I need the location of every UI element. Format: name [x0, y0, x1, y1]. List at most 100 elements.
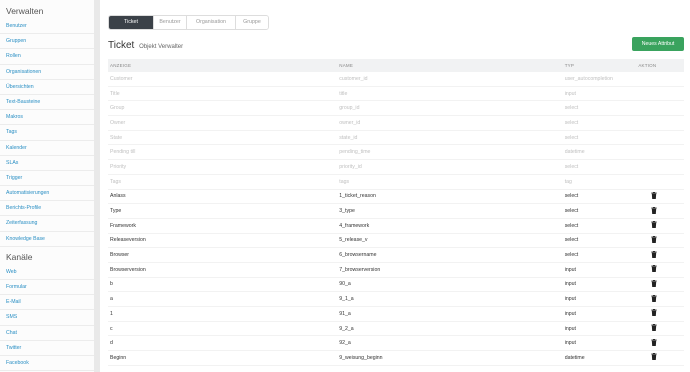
verwalten-menu: Benutzer Gruppen Rollen Organisationen Übers… — [0, 19, 94, 247]
trash-icon[interactable] — [651, 221, 658, 229]
column-header-display: ANZEIGE — [108, 59, 338, 72]
sidebar-item-formular[interactable]: Formular — [0, 280, 94, 296]
cell-type: select — [562, 100, 637, 117]
sidebar-item-uebersichten[interactable]: Übersichten — [0, 80, 94, 95]
cell-display: Owner — [108, 115, 338, 131]
cell-type: input — [562, 321, 637, 337]
table-row[interactable]: Priority priority_id select — [108, 159, 684, 175]
cell-type: input — [562, 306, 637, 322]
cell-display: Tags — [108, 174, 338, 190]
trash-icon[interactable] — [651, 265, 658, 273]
table-row[interactable]: Browser 6_browsername select — [108, 247, 684, 263]
trash-icon[interactable] — [651, 250, 658, 258]
sidebar-item-sms[interactable]: SMS — [0, 310, 94, 326]
cell-action — [636, 306, 684, 322]
cell-name: 6_browsername — [337, 247, 563, 263]
cell-action — [636, 321, 684, 337]
sidebar-item-berichts-profile[interactable]: Berichts-Profile — [0, 201, 94, 217]
tab-gruppe[interactable]: Gruppe — [236, 16, 268, 29]
sidebar-item-slas[interactable]: SLAs — [0, 156, 94, 171]
sidebar-item-zeiterfassung[interactable]: Zeiterfassung — [0, 216, 94, 232]
cell-action — [636, 174, 684, 190]
cell-action — [636, 233, 684, 249]
table-row[interactable]: Type 3_type select — [108, 203, 684, 219]
cell-type: datetime — [562, 350, 637, 366]
table-row[interactable]: Customer customer_id user_autocompletion — [108, 72, 684, 87]
sidebar-item-facebook[interactable]: Facebook — [0, 356, 94, 372]
cell-action — [636, 130, 684, 146]
cell-display: Title — [108, 86, 338, 102]
table-row[interactable]: Releaseversion 5_release_v select — [108, 233, 684, 249]
trash-icon[interactable] — [651, 324, 658, 332]
main-content: Ticket Benutzer Organisation Gruppe Tick… — [100, 0, 690, 372]
table-row[interactable]: 1 91_a input — [108, 306, 684, 322]
cell-action — [636, 100, 684, 117]
table-header-row: ANZEIGE NAME TYP AKTION — [108, 59, 684, 72]
table-row[interactable]: Beginn 9_weisung_beginn datetime — [108, 350, 684, 366]
trash-icon[interactable] — [651, 206, 658, 214]
table-row[interactable]: State state_id select — [108, 130, 684, 146]
table-row[interactable]: Framework 4_framework select — [108, 218, 684, 234]
table-row[interactable]: c 9_2_a input — [108, 321, 684, 337]
tab-ticket[interactable]: Ticket — [109, 16, 154, 29]
sidebar-item-rollen[interactable]: Rollen — [0, 49, 94, 65]
sidebar-item-gruppen[interactable]: Gruppen — [0, 34, 94, 50]
table-row[interactable]: Title title input — [108, 86, 684, 102]
cell-display: Group — [108, 100, 338, 117]
cell-type: tag — [562, 174, 637, 190]
trash-icon[interactable] — [651, 191, 658, 199]
cell-name: 5_release_v — [337, 233, 563, 249]
trash-icon[interactable] — [651, 353, 658, 361]
cell-type: select — [562, 159, 637, 175]
table-row[interactable]: Group group_id select — [108, 100, 684, 117]
sidebar-item-e-mail[interactable]: E-Mail — [0, 295, 94, 311]
cell-name: customer_id — [337, 72, 563, 87]
table-row[interactable]: b 90_a input — [108, 277, 684, 293]
table-row[interactable]: a 9_1_a input — [108, 291, 684, 307]
cell-action — [636, 247, 684, 263]
table-row[interactable]: Browserversion 7_browserversion input — [108, 262, 684, 278]
sidebar-item-kalender[interactable]: Kalender — [0, 141, 94, 156]
sidebar-item-knowledge-base[interactable]: Knowledge Base — [0, 232, 94, 247]
sidebar-item-automatisierungen[interactable]: Automatisierungen — [0, 186, 94, 202]
sidebar-item-makros[interactable]: Makros — [0, 110, 94, 126]
table-row[interactable]: Anlass 1_ticket_reason select — [108, 189, 684, 205]
trash-icon[interactable] — [651, 338, 658, 346]
cell-display: Releaseversion — [108, 233, 338, 249]
trash-icon[interactable] — [651, 294, 658, 302]
trash-icon[interactable] — [651, 309, 658, 317]
table-row[interactable]: Tags tags tag — [108, 174, 684, 190]
sidebar-item-benutzer[interactable]: Benutzer — [0, 19, 94, 35]
sidebar-item-tags[interactable]: Tags — [0, 125, 94, 141]
sidebar-item-chat[interactable]: Chat — [0, 326, 94, 341]
sidebar-item-twitter[interactable]: Twitter — [0, 341, 94, 356]
cell-display: Priority — [108, 159, 338, 175]
cell-display: State — [108, 130, 338, 146]
cell-display: Browserversion — [108, 262, 338, 278]
cell-type: select — [562, 233, 637, 249]
cell-action — [636, 291, 684, 307]
cell-type: select — [562, 218, 637, 234]
cell-action — [636, 115, 684, 131]
sidebar-item-organisationen[interactable]: Organisationen — [0, 65, 94, 80]
tab-organisation[interactable]: Organisation — [187, 16, 236, 29]
cell-display: a — [108, 291, 338, 307]
cell-action — [636, 277, 684, 293]
sidebar-item-text-bausteine[interactable]: Text-Bausteine — [0, 95, 94, 111]
cell-type: select — [562, 189, 637, 205]
cell-name: owner_id — [337, 115, 563, 131]
table-row[interactable]: d 92_a input — [108, 335, 684, 352]
trash-icon[interactable] — [651, 235, 658, 243]
cell-name: 7_browserversion — [337, 262, 563, 278]
cell-display: Anlass — [108, 189, 338, 205]
tab-benutzer[interactable]: Benutzer — [154, 16, 187, 29]
table-row[interactable]: Pending till pending_time datetime — [108, 144, 684, 161]
sidebar-item-trigger[interactable]: Trigger — [0, 171, 94, 187]
sidebar-item-web[interactable]: Web — [0, 265, 94, 280]
cell-name: priority_id — [337, 159, 563, 175]
table-row[interactable]: Owner owner_id select — [108, 115, 684, 131]
cell-name: 4_framework — [337, 218, 563, 234]
trash-icon[interactable] — [651, 279, 658, 287]
new-attribute-button[interactable]: Neues Attribut — [632, 37, 684, 51]
cell-display: Type — [108, 203, 338, 219]
